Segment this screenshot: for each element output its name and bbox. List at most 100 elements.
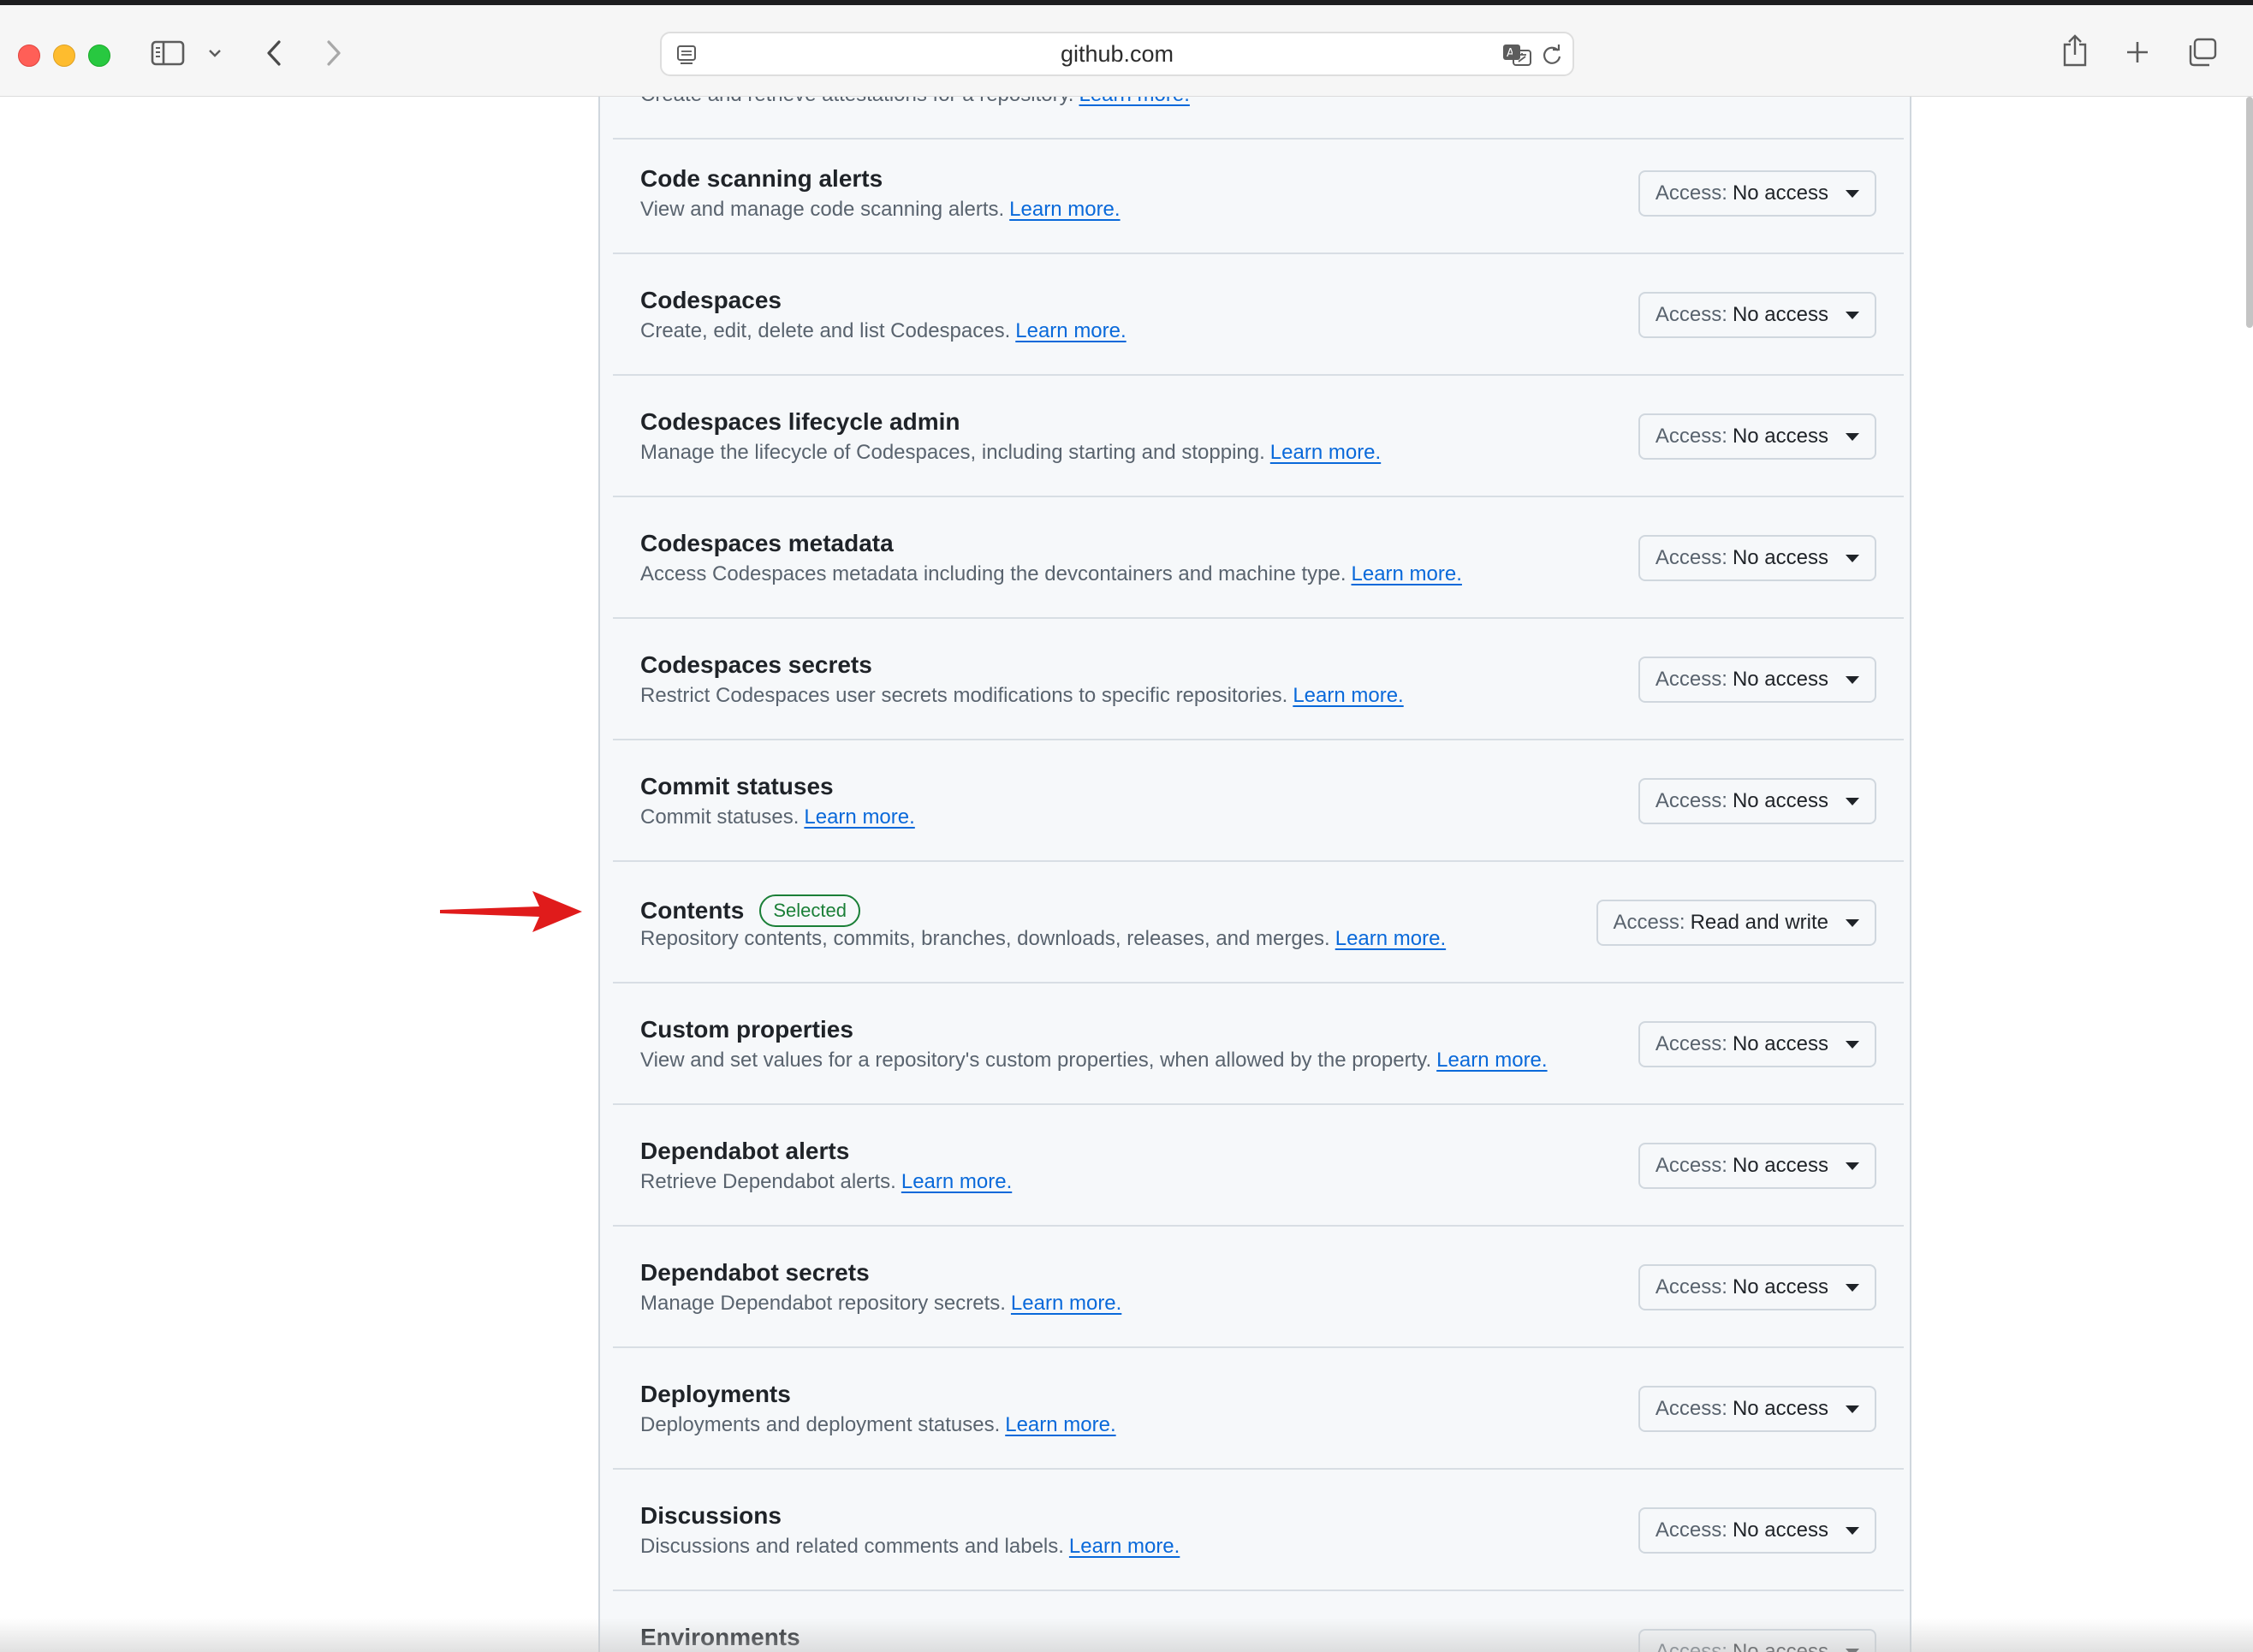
reload-icon[interactable] [1538, 42, 1566, 68]
vertical-scrollbar[interactable] [2246, 97, 2253, 328]
permission-title-text: Code scanning alerts [640, 165, 883, 192]
address-bar[interactable]: github.com A [660, 32, 1574, 76]
access-dropdown[interactable]: Access: No access [1638, 1507, 1876, 1554]
permission-description-text: Access Codespaces metadata including the… [640, 562, 1346, 585]
permission-title: Codespaces metadata [640, 530, 894, 557]
access-dropdown[interactable]: Access: No access [1638, 1143, 1876, 1189]
caret-down-icon [1846, 554, 1859, 562]
learn-more-link[interactable]: Learn more. [1335, 927, 1446, 950]
access-label: Access: [1613, 911, 1685, 934]
learn-more-link[interactable]: Learn more. [1079, 97, 1189, 106]
access-label: Access: [1655, 1275, 1727, 1298]
permission-title: Codespaces secrets [640, 651, 872, 679]
access-dropdown[interactable]: Access: No access [1638, 292, 1876, 338]
permission-title-text: Custom properties [640, 1016, 853, 1043]
learn-more-link[interactable]: Learn more. [1069, 1535, 1180, 1558]
access-label: Access: [1655, 1154, 1727, 1177]
access-dropdown[interactable]: Access: No access [1638, 170, 1876, 217]
access-dropdown[interactable]: Access: No access [1638, 657, 1876, 703]
permission-row: Commit statuses Commit statuses. Learn mor… [613, 740, 1904, 862]
learn-more-link[interactable]: Learn more. [1293, 684, 1403, 707]
permission-title-text: Discussions [640, 1502, 782, 1529]
access-value: No access [1732, 181, 1828, 205]
translate-icon[interactable]: A [1501, 42, 1535, 68]
learn-more-link[interactable]: Learn more. [804, 805, 914, 829]
access-label: Access: [1655, 789, 1727, 812]
permission-description-text: Commit statuses. [640, 805, 800, 829]
sidebar-toggle-icon[interactable] [149, 36, 187, 70]
forward-arrow-icon[interactable] [318, 36, 349, 70]
access-dropdown[interactable]: Access: Read and write [1596, 900, 1876, 946]
caret-down-icon [1846, 311, 1859, 319]
permission-title: Custom properties [640, 1016, 853, 1043]
learn-more-link[interactable]: Learn more. [1352, 562, 1462, 585]
access-value: No access [1732, 1640, 1828, 1652]
caret-down-icon [1846, 432, 1859, 441]
close-window-button[interactable] [18, 45, 40, 67]
permission-description-text: Restrict Codespaces user secrets modific… [640, 684, 1288, 707]
permission-title-text: Environments [640, 1624, 800, 1650]
permission-description: Manage the lifecycle of Codespaces, incl… [640, 441, 1381, 465]
permission-title-text: Codespaces [640, 287, 782, 313]
permission-title: Discussions [640, 1502, 782, 1530]
page-content: Create and retrieve attestations for a r… [0, 97, 2253, 1652]
access-dropdown[interactable]: Access: No access [1638, 1386, 1876, 1432]
permission-description: Repository contents, commits, branches, … [640, 927, 1446, 951]
learn-more-link[interactable]: Learn more. [1011, 1292, 1121, 1315]
permission-description: View and manage code scanning alerts. Lea… [640, 198, 1121, 222]
permission-title-text: Codespaces secrets [640, 651, 872, 678]
access-dropdown[interactable]: Access: No access [1638, 413, 1876, 460]
access-label: Access: [1655, 425, 1727, 448]
access-dropdown[interactable]: Access: No access [1638, 535, 1876, 581]
permission-description-text: View and set values for a repository's c… [640, 1049, 1432, 1072]
learn-more-link[interactable]: Learn more. [1015, 319, 1126, 342]
chevron-down-icon[interactable] [204, 43, 226, 63]
permission-title-text: Deployments [640, 1381, 791, 1407]
permission-description: Create, edit, delete and list Codespaces… [640, 319, 1126, 343]
access-dropdown[interactable]: Access: No access [1638, 1264, 1876, 1310]
permission-description: Retrieve Dependabot alerts. Learn more. [640, 1170, 1012, 1194]
learn-more-link[interactable]: Learn more. [901, 1170, 1012, 1193]
access-value: No access [1732, 1154, 1828, 1177]
access-label: Access: [1655, 181, 1727, 205]
access-label: Access: [1655, 303, 1727, 326]
access-dropdown[interactable]: Access: No access [1638, 1629, 1876, 1652]
permission-row: Codespaces secrets Restrict Codespaces us… [613, 619, 1904, 740]
access-value: No access [1732, 546, 1828, 569]
learn-more-link[interactable]: Learn more. [1436, 1049, 1547, 1072]
permission-title: Environments [640, 1624, 800, 1651]
permission-row: Codespaces Create, edit, delete and list … [613, 254, 1904, 376]
permission-title: Codespaces [640, 287, 782, 314]
back-arrow-icon[interactable] [259, 36, 289, 70]
permission-description: Access Codespaces metadata including the… [640, 562, 1462, 586]
permission-description-text: Create, edit, delete and list Codespaces… [640, 319, 1011, 342]
permission-title: Dependabot secrets [640, 1259, 870, 1287]
caret-down-icon [1846, 1526, 1859, 1535]
browser-toolbar: github.com A [0, 5, 2253, 97]
permission-title-text: Dependabot secrets [640, 1259, 870, 1286]
caret-down-icon [1846, 189, 1859, 198]
learn-more-link[interactable]: Learn more. [1005, 1413, 1115, 1436]
minimize-window-button[interactable] [53, 45, 75, 67]
browser-window: github.com A Code scanning alerts View a… [0, 0, 2253, 1652]
permission-title: Contents Selected [640, 894, 860, 927]
access-dropdown[interactable]: Access: No access [1638, 778, 1876, 824]
new-tab-plus-icon[interactable] [2121, 36, 2154, 68]
permission-description-text: Manage Dependabot repository secrets. [640, 1292, 1006, 1315]
learn-more-link[interactable]: Learn more. [1270, 441, 1381, 464]
caret-down-icon [1846, 675, 1859, 684]
share-icon[interactable] [2058, 31, 2092, 70]
tab-overview-icon[interactable] [2185, 34, 2220, 70]
access-dropdown[interactable]: Access: No access [1638, 1021, 1876, 1067]
permission-row: Custom properties View and set values for… [613, 983, 1904, 1105]
access-label: Access: [1655, 1518, 1727, 1542]
access-value: No access [1732, 303, 1828, 326]
permission-description: Restrict Codespaces user secrets modific… [640, 684, 1404, 708]
permission-title-text: Codespaces metadata [640, 530, 894, 556]
access-value: No access [1732, 1275, 1828, 1298]
learn-more-link[interactable]: Learn more. [1009, 198, 1120, 221]
permission-description: Discussions and related comments and lab… [640, 1535, 1180, 1559]
maximize-window-button[interactable] [88, 45, 110, 67]
permission-description-text: Manage the lifecycle of Codespaces, incl… [640, 441, 1265, 464]
permission-row: Codespaces lifecycle admin Manage the lif… [613, 376, 1904, 497]
